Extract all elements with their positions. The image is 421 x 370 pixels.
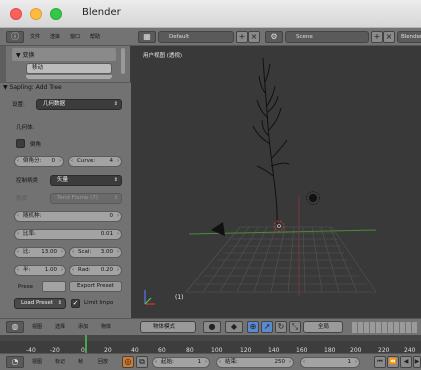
floor-grid: [185, 226, 377, 293]
render-engine-field[interactable]: Blender: [397, 31, 421, 43]
remove-layout-icon[interactable]: ×: [248, 31, 260, 43]
orientation-dropdown[interactable]: 全局: [303, 321, 343, 333]
end-frame-field[interactable]: ‹ 结束: 250 ›: [216, 357, 294, 368]
move-button[interactable]: 移动: [26, 63, 112, 74]
current-frame-marker[interactable]: [85, 335, 87, 353]
menu-help[interactable]: 帮助: [90, 31, 100, 43]
menu-add[interactable]: 添加: [78, 323, 88, 330]
play-icon[interactable]: ▶: [413, 356, 421, 368]
minimize-button[interactable]: [30, 8, 42, 20]
jump-start-icon[interactable]: ⏮: [374, 356, 386, 368]
bevel-label: 倒角: [30, 142, 42, 148]
editor-type-icon[interactable]: ⓘ: [6, 31, 24, 43]
zoom-button[interactable]: [50, 8, 62, 20]
scale-variation-field[interactable]: ‹ Scal: 3.00 ›: [69, 247, 122, 258]
axis-gizmo: [144, 290, 155, 305]
timeline-header: ◔ 视图 标记 帧 回放 ◎ ⧉ ‹ 起始: 1 › ‹ 结束: 250 › ‹ 1 › ⏮ ⏪…: [0, 353, 421, 370]
curve-resolution-field[interactable]: ‹ Curve: 4 ›: [68, 156, 122, 167]
add-scene-icon[interactable]: +: [371, 31, 383, 43]
viewport-scene: [144, 57, 377, 305]
prev-keyframe-icon[interactable]: ⏪: [387, 356, 399, 368]
handles-label: 控制柄类: [16, 178, 39, 184]
mode-dropdown[interactable]: 物体模式: [140, 321, 196, 333]
tree-object: [252, 57, 290, 225]
window-title: Blender: [82, 7, 121, 18]
timeline-menu-frame[interactable]: 帧: [78, 358, 83, 365]
play-reverse-icon[interactable]: ◀: [400, 356, 412, 368]
lamp-object: [306, 191, 320, 205]
shape-dropdown: Tend Flame (7) ⇕: [50, 193, 122, 204]
scene-icon[interactable]: ⚙: [265, 31, 283, 43]
shape-label: 形状: [16, 196, 28, 202]
export-preset-button[interactable]: Export Preset: [69, 281, 122, 292]
timeline-menu-view[interactable]: 视图: [32, 358, 42, 365]
geometry-label: 几何体:: [16, 125, 35, 131]
limit-imports-checkbox[interactable]: ✓: [71, 299, 80, 308]
menu-view[interactable]: 视图: [32, 323, 42, 330]
viewport-header: ◍ 视图 选择 添加 物体 物体模式 ● ◆ ⊕ ↗ ↻ ⤡ 全局: [0, 318, 421, 335]
layout-icon[interactable]: ▦: [138, 31, 156, 43]
shading-icon[interactable]: ●: [203, 321, 221, 333]
preset-name-input[interactable]: [42, 281, 66, 292]
preset-name-label: Prese: [18, 284, 33, 290]
manipulator-icon[interactable]: ⊕: [247, 321, 259, 333]
seed-field[interactable]: ‹ 随机种: 0 ›: [14, 211, 122, 222]
frame-indicator: (1): [175, 294, 184, 301]
translate-icon[interactable]: ↗: [261, 321, 273, 333]
preview-range-icon[interactable]: ⧉: [136, 356, 148, 368]
current-frame-field[interactable]: ‹ 1 ›: [300, 357, 360, 368]
bevel-resolution-field[interactable]: ‹ 倒角分: 0 ›: [14, 156, 64, 167]
handles-dropdown[interactable]: 矢量 ⇕: [50, 175, 122, 186]
menu-render[interactable]: 渲染: [50, 31, 60, 43]
scale-field[interactable]: ‹ 比: 13.00 ›: [14, 247, 66, 258]
close-button[interactable]: [10, 8, 22, 20]
operator-title[interactable]: ▼ Sapling: Add Tree: [3, 84, 62, 91]
menu-window[interactable]: 窗口: [70, 31, 80, 43]
timeline-menu-playback[interactable]: 回放: [98, 358, 108, 365]
settings-dropdown[interactable]: 几何数据 ⇕: [36, 99, 122, 110]
radius-ratio-field[interactable]: ‹ Rad: 0.20 ›: [69, 265, 122, 276]
timeline-menu-marker[interactable]: 标记: [55, 358, 65, 365]
rotate-icon[interactable]: ↻: [275, 321, 287, 333]
3d-viewport[interactable]: 用户视图 (透视) (1): [131, 46, 421, 318]
menu-object[interactable]: 物体: [101, 323, 111, 330]
layout-field[interactable]: Default: [158, 31, 234, 43]
start-frame-field[interactable]: ‹ 起始: 1 ›: [152, 357, 210, 368]
add-layout-icon[interactable]: +: [236, 31, 248, 43]
menu-select[interactable]: 选择: [55, 323, 65, 330]
layer-buttons[interactable]: [352, 322, 418, 333]
load-preset-dropdown[interactable]: Load Preset ⇕: [14, 298, 66, 309]
title-bar: Blender: [0, 0, 421, 28]
scrollbar[interactable]: [121, 48, 125, 74]
radius-field[interactable]: ‹ 半: 1.00 ›: [14, 265, 66, 276]
settings-label: 设置:: [12, 102, 25, 108]
limit-imports-label: Limit Impo: [84, 300, 114, 306]
tool-shelf: ▼ 变换 移动 ▼ Sapling: Add Tree 设置: 几何数据 ⇕ 几何…: [0, 46, 131, 318]
timeline-editor-icon[interactable]: ◔: [6, 356, 24, 368]
ratio-field[interactable]: ‹ 比率: 0.01 ›: [14, 229, 122, 240]
keying-icon[interactable]: ◎: [122, 356, 134, 368]
bevel-checkbox[interactable]: [16, 139, 25, 148]
blender-window: Blender ⓘ 文件 渲染 窗口 帮助 ▦ Default + × ⚙ Sc…: [0, 0, 421, 370]
info-header: ⓘ 文件 渲染 窗口 帮助 ▦ Default + × ⚙ Scene + × …: [0, 28, 421, 46]
remove-scene-icon[interactable]: ×: [383, 31, 395, 43]
menu-file[interactable]: 文件: [30, 31, 40, 43]
3d-cursor: [273, 220, 285, 232]
timeline[interactable]: -40 -20 0 20 40 60 80 100 120 140 160 18…: [0, 335, 421, 354]
pivot-icon[interactable]: ◆: [225, 321, 243, 333]
scene-field[interactable]: Scene: [285, 31, 369, 43]
3d-view-editor-icon[interactable]: ◍: [6, 321, 24, 333]
scale-icon[interactable]: ⤡: [289, 321, 301, 333]
transform-panel-title[interactable]: ▼ 变换: [16, 50, 35, 59]
